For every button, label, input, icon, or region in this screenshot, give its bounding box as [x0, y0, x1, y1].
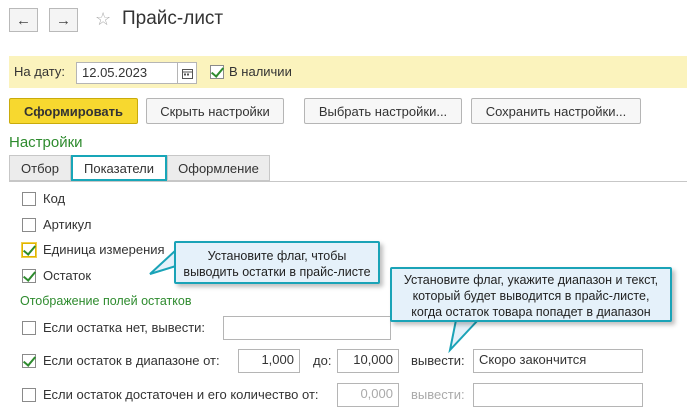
unit-hint-callout: Установите флаг, чтобы выводить остатки … — [174, 241, 380, 284]
callout-pointer — [448, 319, 481, 354]
star-icon[interactable]: ☆ — [95, 9, 111, 30]
stock-label: Остаток — [43, 268, 92, 283]
in-stock-label: В наличии — [229, 64, 292, 79]
generate-button[interactable]: Сформировать — [9, 98, 138, 124]
enough-output-field[interactable] — [473, 383, 643, 407]
range-to-label: до: — [313, 353, 332, 368]
range-from-field[interactable]: 1,000 — [238, 349, 300, 373]
save-settings-button[interactable]: Сохранить настройки... — [471, 98, 641, 124]
enough-label: Если остаток достаточен и его количество… — [43, 387, 319, 402]
range-checkbox[interactable] — [22, 354, 36, 368]
no-stock-output-field[interactable] — [223, 316, 391, 340]
enough-output-label: вывести: — [411, 387, 465, 402]
no-stock-checkbox[interactable] — [22, 321, 36, 335]
choose-settings-button[interactable]: Выбрать настройки... — [304, 98, 462, 124]
tab-appearance[interactable]: Оформление — [167, 155, 270, 181]
article-label: Артикул — [43, 217, 92, 232]
arrow-right-icon: → — [56, 11, 71, 29]
hide-settings-button[interactable]: Скрыть настройки — [146, 98, 284, 124]
range-output-field[interactable]: Скоро закончится — [473, 349, 643, 373]
arrow-left-icon: ← — [16, 11, 31, 29]
enough-checkbox[interactable] — [22, 388, 36, 402]
date-label: На дату: — [14, 64, 65, 79]
range-hint-callout: Установите флаг, укажите диапазон и текс… — [390, 267, 672, 322]
settings-title: Настройки — [9, 134, 83, 151]
range-label: Если остаток в диапазоне от: — [43, 353, 220, 368]
stock-checkbox[interactable] — [22, 269, 36, 283]
unit-label: Единица измерения — [43, 242, 165, 257]
calendar-glyph — [182, 68, 193, 79]
tab-filter[interactable]: Отбор — [9, 155, 71, 181]
no-stock-label: Если остатка нет, вывести: — [43, 320, 206, 335]
page-title: Прайс-лист — [122, 8, 224, 29]
back-button[interactable]: ← — [9, 8, 38, 32]
range-to-field[interactable]: 10,000 — [337, 349, 399, 373]
enough-from-field[interactable]: 0,000 — [337, 383, 399, 407]
unit-checkbox[interactable] — [22, 243, 36, 257]
code-label: Код — [43, 191, 66, 206]
forward-button[interactable]: → — [49, 8, 78, 32]
calendar-icon[interactable] — [177, 62, 197, 84]
tab-divider — [9, 181, 687, 182]
stock-display-title: Отображение полей остатков — [20, 294, 192, 308]
code-checkbox[interactable] — [22, 192, 36, 206]
tab-indicators[interactable]: Показатели — [71, 155, 167, 181]
article-checkbox[interactable] — [22, 218, 36, 232]
in-stock-checkbox[interactable] — [210, 65, 224, 79]
date-value: 12.05.2023 — [82, 65, 148, 80]
range-output-label: вывести: — [411, 353, 465, 368]
